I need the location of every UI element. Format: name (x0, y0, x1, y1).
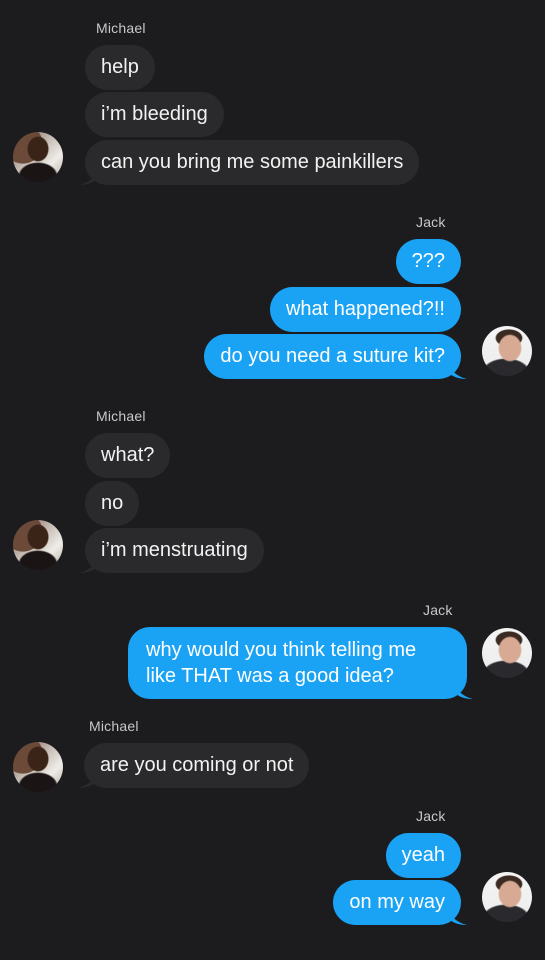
message-text: help (101, 56, 139, 78)
message-text: what? (101, 444, 155, 466)
bubble-tail-icon (79, 553, 97, 573)
message-bubble-incoming[interactable]: can you bring me some painkillers (79, 140, 420, 185)
sender-name-jack: Jack (416, 214, 446, 230)
message-bubble-incoming[interactable]: are you coming or not (78, 743, 310, 788)
message-bubble-outgoing[interactable]: what happened?!! (269, 287, 461, 332)
message-bubble-incoming[interactable]: no (85, 481, 140, 526)
avatar-jack-icon[interactable] (482, 872, 532, 922)
sender-name-michael: Michael (96, 408, 146, 424)
message-bubble-incoming[interactable]: i’m bleeding (85, 92, 224, 137)
message-bubble-outgoing[interactable]: do you need a suture kit? (204, 334, 467, 379)
message-bubble-outgoing[interactable]: yeah (385, 833, 461, 878)
message-bubble-outgoing[interactable]: on my way (333, 880, 467, 925)
bubble-tail-icon (449, 905, 467, 925)
avatar-jack-icon[interactable] (482, 326, 532, 376)
sender-name-michael: Michael (96, 20, 146, 36)
avatar-michael-icon[interactable] (13, 520, 63, 570)
message-text: can you bring me some painkillers (101, 151, 404, 173)
sender-name-jack: Jack (416, 808, 446, 824)
message-text: yeah (401, 844, 445, 866)
message-bubble-incoming[interactable]: i’m menstruating (79, 528, 264, 573)
bubble-tail-icon (78, 768, 96, 788)
message-text: on my way (349, 891, 445, 913)
bubble-tail-icon (449, 359, 467, 379)
message-text: ??? (411, 250, 445, 272)
message-text: i’m bleeding (101, 103, 208, 125)
message-bubble-incoming[interactable]: help (85, 45, 155, 90)
avatar-michael-icon[interactable] (13, 132, 63, 182)
message-text: no (101, 492, 124, 514)
message-text: why would you think telling me like THAT… (146, 639, 417, 687)
bubble-tail-icon (455, 679, 473, 699)
message-text: are you coming or not (100, 754, 294, 776)
avatar-jack-icon[interactable] (482, 628, 532, 678)
sender-name-michael: Michael (89, 718, 139, 734)
sender-name-jack: Jack (423, 602, 453, 618)
message-text: i’m menstruating (101, 539, 248, 561)
bubble-tail-icon (79, 165, 97, 185)
message-bubble-incoming[interactable]: what? (85, 433, 171, 478)
avatar-michael-icon[interactable] (13, 742, 63, 792)
message-text: what happened?!! (285, 298, 445, 320)
message-bubble-outgoing[interactable]: why would you think telling me like THAT… (128, 627, 473, 699)
message-bubble-outgoing[interactable]: ??? (395, 239, 461, 284)
message-text: do you need a suture kit? (220, 345, 445, 367)
